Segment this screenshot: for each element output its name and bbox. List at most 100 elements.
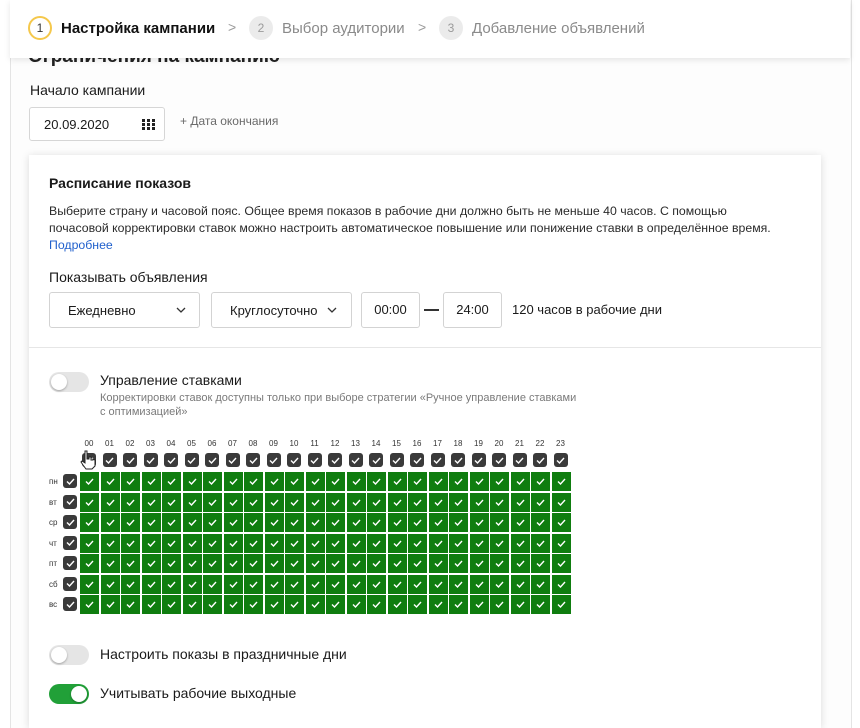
schedule-cell[interactable] <box>80 533 99 553</box>
schedule-cell[interactable] <box>305 492 325 512</box>
schedule-cell[interactable] <box>408 472 427 491</box>
schedule-cell[interactable] <box>449 492 468 512</box>
schedule-cell[interactable] <box>449 595 468 614</box>
schedule-cell[interactable] <box>326 533 345 553</box>
schedule-cell[interactable] <box>162 533 181 553</box>
schedule-cell[interactable] <box>80 492 99 512</box>
schedule-cell[interactable] <box>285 513 304 532</box>
schedule-cell[interactable] <box>346 574 366 594</box>
schedule-cell[interactable] <box>203 472 222 491</box>
schedule-cell[interactable] <box>531 595 550 614</box>
schedule-cell[interactable] <box>203 554 222 573</box>
schedule-cell[interactable] <box>326 595 345 614</box>
schedule-cell[interactable] <box>326 554 345 573</box>
schedule-cell[interactable] <box>490 595 509 614</box>
schedule-cell[interactable] <box>244 513 263 532</box>
schedule-cell[interactable] <box>387 513 407 532</box>
schedule-cell[interactable] <box>223 533 243 553</box>
schedule-cell[interactable] <box>305 595 325 614</box>
schedule-cell[interactable] <box>80 595 99 614</box>
schedule-cell[interactable] <box>428 574 448 594</box>
schedule-cell[interactable] <box>326 574 345 594</box>
schedule-cell[interactable] <box>551 472 571 491</box>
bid-management-toggle[interactable] <box>49 372 89 392</box>
schedule-cell[interactable] <box>203 595 222 614</box>
schedule-cell[interactable] <box>367 472 386 491</box>
schedule-cell[interactable] <box>141 492 161 512</box>
schedule-cell[interactable] <box>285 472 304 491</box>
schedule-cell[interactable] <box>551 595 571 614</box>
schedule-cell[interactable] <box>264 533 284 553</box>
schedule-cell[interactable] <box>223 492 243 512</box>
step-audience[interactable]: 2 Выбор аудитории <box>249 16 405 40</box>
schedule-cell[interactable] <box>182 492 202 512</box>
schedule-cell[interactable] <box>223 513 243 532</box>
schedule-cell[interactable] <box>449 533 468 553</box>
schedule-cell[interactable] <box>531 472 550 491</box>
hour-column-checkbox[interactable] <box>369 453 383 467</box>
schedule-cell[interactable] <box>121 472 140 491</box>
schedule-cell[interactable] <box>469 574 489 594</box>
schedule-cell[interactable] <box>162 554 181 573</box>
time-to-input[interactable]: 24:00 <box>443 292 502 328</box>
day-row-checkbox[interactable] <box>63 556 77 570</box>
schedule-cell[interactable] <box>428 472 448 491</box>
schedule-cell[interactable] <box>141 574 161 594</box>
schedule-cell[interactable] <box>490 492 509 512</box>
schedule-cell[interactable] <box>490 513 509 532</box>
schedule-cell[interactable] <box>141 472 161 491</box>
schedule-cell[interactable] <box>367 513 386 532</box>
day-row-checkbox[interactable] <box>63 535 77 550</box>
schedule-cell[interactable] <box>510 533 530 553</box>
schedule-cell[interactable] <box>428 554 448 573</box>
schedule-cell[interactable] <box>367 574 386 594</box>
schedule-cell[interactable] <box>203 492 222 512</box>
hour-column-checkbox[interactable] <box>328 453 342 467</box>
schedule-cell[interactable] <box>367 595 386 614</box>
schedule-cell[interactable] <box>510 472 530 491</box>
hour-column-checkbox[interactable] <box>246 453 260 467</box>
schedule-cell[interactable] <box>264 513 284 532</box>
schedule-cell[interactable] <box>80 574 99 594</box>
schedule-cell[interactable] <box>469 472 489 491</box>
schedule-cell[interactable] <box>449 513 468 532</box>
schedule-cell[interactable] <box>428 533 448 553</box>
schedule-cell[interactable] <box>141 513 161 532</box>
hour-column-checkbox[interactable] <box>553 453 568 467</box>
schedule-cell[interactable] <box>80 554 99 573</box>
schedule-cell[interactable] <box>387 492 407 512</box>
schedule-cell[interactable] <box>551 574 571 594</box>
schedule-cell[interactable] <box>490 574 509 594</box>
time-from-input[interactable]: 00:00 <box>361 292 420 328</box>
hour-column-checkbox[interactable] <box>512 453 527 467</box>
schedule-cell[interactable] <box>387 533 407 553</box>
schedule-cell[interactable] <box>162 472 181 491</box>
schedule-cell[interactable] <box>100 472 120 491</box>
schedule-cell[interactable] <box>100 533 120 553</box>
schedule-cell[interactable] <box>285 595 304 614</box>
schedule-cell[interactable] <box>428 492 448 512</box>
schedule-cell[interactable] <box>346 554 366 573</box>
schedule-cell[interactable] <box>551 533 571 553</box>
schedule-cell[interactable] <box>428 595 448 614</box>
schedule-cell[interactable] <box>490 554 509 573</box>
schedule-cell[interactable] <box>182 533 202 553</box>
schedule-cell[interactable] <box>305 533 325 553</box>
schedule-cell[interactable] <box>141 595 161 614</box>
schedule-cell[interactable] <box>121 574 140 594</box>
schedule-cell[interactable] <box>428 513 448 532</box>
schedule-cell[interactable] <box>469 533 489 553</box>
schedule-cell[interactable] <box>203 574 222 594</box>
schedule-cell[interactable] <box>244 533 263 553</box>
start-date-input[interactable]: 20.09.2020 <box>29 107 165 141</box>
schedule-cell[interactable] <box>551 554 571 573</box>
schedule-cell[interactable] <box>408 574 427 594</box>
schedule-cell[interactable] <box>531 492 550 512</box>
schedule-cell[interactable] <box>326 472 345 491</box>
schedule-cell[interactable] <box>121 595 140 614</box>
schedule-cell[interactable] <box>408 492 427 512</box>
schedule-cell[interactable] <box>490 472 509 491</box>
schedule-cell[interactable] <box>182 513 202 532</box>
hour-column-checkbox[interactable] <box>533 453 547 467</box>
hour-column-checkbox[interactable] <box>492 453 506 467</box>
